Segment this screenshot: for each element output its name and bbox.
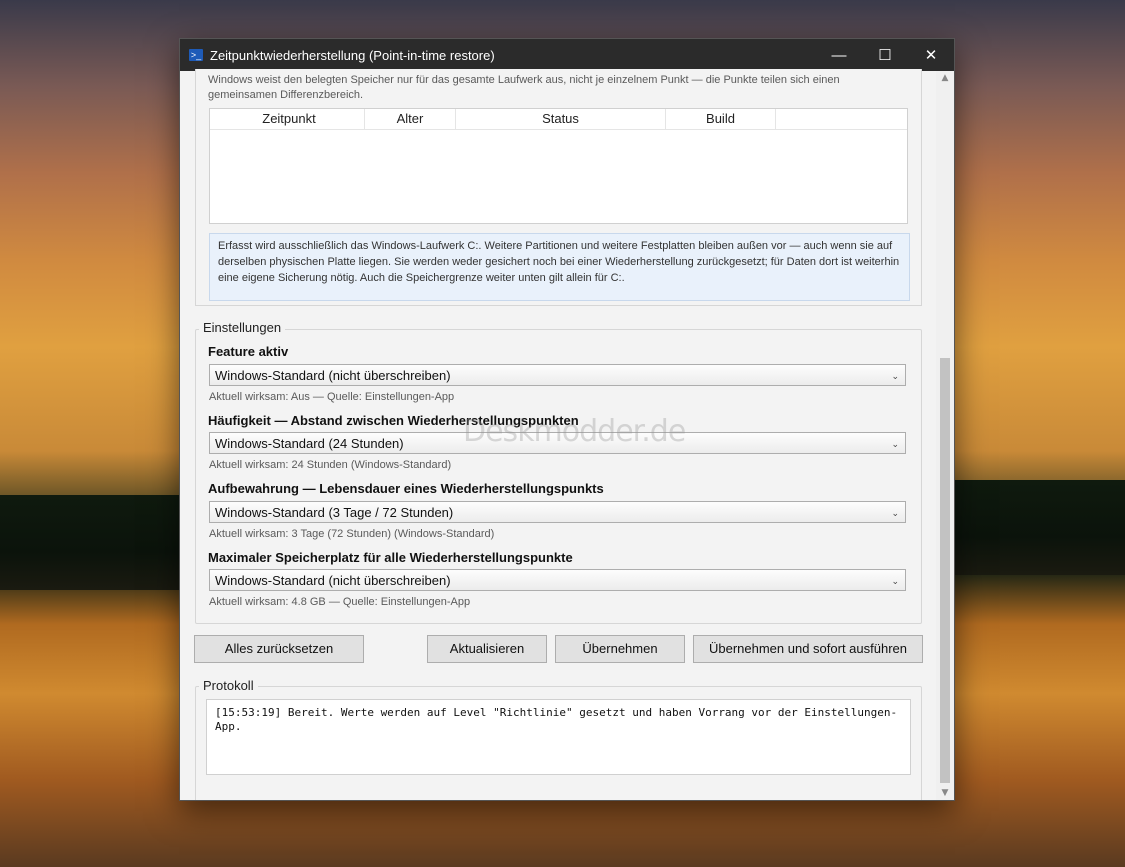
- minimize-button[interactable]: —: [816, 39, 862, 71]
- background-treeline-right: [950, 480, 1125, 575]
- retention-hint: Aktuell wirksam: 3 Tage (72 Stunden) (Wi…: [209, 528, 495, 540]
- column-header-status[interactable]: Status: [456, 109, 666, 129]
- retention-value: Windows-Standard (3 Tage / 72 Stunden): [215, 505, 454, 520]
- powershell-icon: >_: [189, 49, 203, 61]
- column-header-alter[interactable]: Alter: [365, 109, 456, 129]
- max-storage-label: Maximaler Speicherplatz für alle Wiederh…: [208, 550, 573, 565]
- watermark-logo: Deskmodder.de: [463, 414, 686, 449]
- intro-text: Windows weist den belegten Speicher nur …: [208, 74, 840, 101]
- reset-all-button[interactable]: Alles zurücksetzen: [194, 635, 364, 663]
- title-bar[interactable]: >_ Zeitpunktwiederherstellung (Point-in-…: [180, 39, 954, 71]
- feature-active-value: Windows-Standard (nicht überschreiben): [215, 368, 451, 383]
- column-header-zeitpunkt[interactable]: Zeitpunkt: [214, 109, 365, 129]
- column-header-build[interactable]: Build: [666, 109, 776, 129]
- background-treeline: [0, 495, 180, 590]
- chevron-down-icon: ⌄: [891, 439, 899, 449]
- vertical-scrollbar[interactable]: ▲ ▼: [936, 71, 954, 800]
- feature-active-label: Feature aktiv: [208, 344, 289, 359]
- scroll-up-icon[interactable]: ▲: [936, 71, 954, 85]
- apply-and-run-button[interactable]: Übernehmen und sofort ausführen: [693, 635, 923, 663]
- scroll-thumb[interactable]: [940, 358, 950, 783]
- max-storage-value: Windows-Standard (nicht überschreiben): [215, 573, 451, 588]
- settings-group-label: Einstellungen: [199, 320, 286, 335]
- restore-points-table[interactable]: Zeitpunkt Alter Status Build: [209, 108, 908, 224]
- retention-select[interactable]: Windows-Standard (3 Tage / 72 Stunden) ⌄: [209, 501, 906, 523]
- retention-label: Aufbewahrung — Lebensdauer eines Wiederh…: [208, 481, 604, 496]
- log-textbox[interactable]: [15:53:19] Bereit. Werte werden auf Leve…: [206, 699, 911, 775]
- max-storage-hint: Aktuell wirksam: 4.8 GB — Quelle: Einste…: [209, 596, 471, 608]
- chevron-down-icon: ⌄: [891, 508, 899, 518]
- table-header: Zeitpunkt Alter Status Build: [210, 109, 907, 130]
- info-box: Erfasst wird ausschließlich das Windows-…: [209, 233, 910, 301]
- log-group-label: Protokoll: [199, 678, 258, 693]
- frequency-value: Windows-Standard (24 Stunden): [215, 436, 404, 451]
- scroll-down-icon[interactable]: ▼: [936, 786, 954, 800]
- feature-active-select[interactable]: Windows-Standard (nicht überschreiben) ⌄: [209, 364, 906, 386]
- window-title: Zeitpunktwiederherstellung (Point-in-tim…: [210, 47, 495, 63]
- max-storage-select[interactable]: Windows-Standard (nicht überschreiben) ⌄: [209, 569, 906, 591]
- feature-active-hint: Aktuell wirksam: Aus — Quelle: Einstellu…: [209, 391, 455, 403]
- column-header-empty: [776, 109, 907, 129]
- close-button[interactable]: ✕: [908, 39, 954, 71]
- refresh-button[interactable]: Aktualisieren: [427, 635, 547, 663]
- frequency-hint: Aktuell wirksam: 24 Stunden (Windows-Sta…: [209, 459, 452, 471]
- apply-button[interactable]: Übernehmen: [555, 635, 685, 663]
- chevron-down-icon: ⌄: [891, 576, 899, 586]
- chevron-down-icon: ⌄: [891, 371, 899, 381]
- maximize-button[interactable]: ☐: [862, 39, 908, 71]
